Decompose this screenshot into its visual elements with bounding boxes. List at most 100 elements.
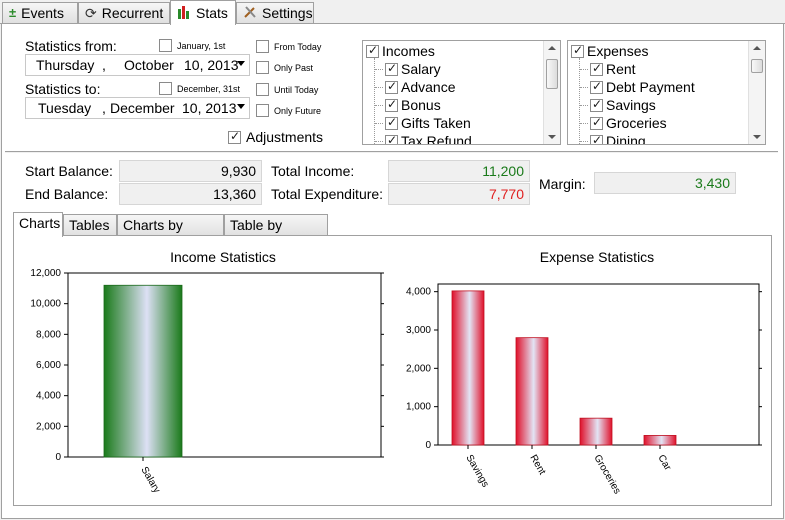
y-tick-label: 10,000 bbox=[30, 299, 61, 310]
y-tick-label: 2,000 bbox=[406, 363, 431, 374]
to-date-picker[interactable]: Tuesday , December 10, 2013 bbox=[25, 97, 250, 119]
tree-item-tax-refund[interactable]: Tax Refund bbox=[385, 132, 472, 145]
to-month: December bbox=[110, 100, 175, 116]
tree-item-gifts-taken[interactable]: Gifts Taken bbox=[385, 114, 471, 132]
tree-item-label: Debt Payment bbox=[606, 79, 695, 95]
expenses-scrollbar[interactable] bbox=[748, 41, 765, 144]
incomes-tree[interactable]: Incomes Salary Advance Bonus Gifts Taken… bbox=[362, 40, 561, 145]
salary-checkbox[interactable] bbox=[385, 61, 398, 76]
subtab-tables[interactable]: Tables bbox=[63, 214, 117, 236]
incomes-scrollbar[interactable] bbox=[543, 41, 560, 144]
to-weekday: Tuesday bbox=[38, 100, 92, 116]
bonus-checkbox[interactable] bbox=[385, 97, 398, 112]
incomes-checkbox[interactable] bbox=[366, 43, 379, 58]
advance-checkbox[interactable] bbox=[385, 79, 398, 94]
tree-item-debt-payment[interactable]: Debt Payment bbox=[590, 78, 695, 96]
charts-canvas: Income Statistics 0 2,000 4,000 6,000 8,000 10… bbox=[30, 249, 762, 496]
january-first-checkbox[interactable] bbox=[159, 39, 172, 52]
scroll-down-icon[interactable] bbox=[548, 135, 556, 139]
to-sep: , bbox=[102, 100, 106, 116]
scroll-up-icon[interactable] bbox=[753, 46, 761, 50]
adjustments-option[interactable]: Adjustments bbox=[228, 129, 323, 145]
scroll-down-icon[interactable] bbox=[753, 135, 761, 139]
chevron-down-icon[interactable] bbox=[237, 104, 245, 109]
december-31st-option[interactable]: December, 31st bbox=[159, 82, 240, 95]
tree-item-label: Savings bbox=[606, 97, 656, 113]
until-today-option[interactable]: Until Today bbox=[256, 83, 318, 96]
from-today-option[interactable]: From Today bbox=[256, 40, 321, 53]
total-income-label: Total Income: bbox=[271, 163, 355, 179]
divider bbox=[5, 151, 778, 154]
only-past-label: Only Past bbox=[274, 62, 314, 73]
tax-refund-checkbox[interactable] bbox=[385, 133, 398, 144]
tree-item-incomes[interactable]: Incomes bbox=[366, 42, 435, 60]
dining-checkbox[interactable] bbox=[590, 133, 603, 144]
tree-item-dining[interactable]: Dining bbox=[590, 132, 646, 145]
rent-checkbox[interactable] bbox=[590, 61, 603, 76]
subtab-charts[interactable]: Charts bbox=[13, 212, 63, 237]
y-tick-label: 2,000 bbox=[36, 421, 61, 432]
scroll-up-icon[interactable] bbox=[548, 46, 556, 50]
tab-recurrent[interactable]: ⟳ Recurrent bbox=[78, 2, 170, 23]
savings-checkbox[interactable] bbox=[590, 97, 603, 112]
from-today-checkbox[interactable] bbox=[256, 40, 269, 53]
main-tab-bar: ± Events ⟳ Recurrent Stats Settings bbox=[0, 0, 785, 25]
y-tick-label: 3,000 bbox=[406, 325, 431, 336]
from-date-picker[interactable]: Thursday , October 10, 2013 bbox=[25, 54, 250, 76]
bar bbox=[103, 284, 183, 458]
subtab-charts-by-month[interactable]: Charts by Month bbox=[117, 214, 224, 253]
tab-events[interactable]: ± Events bbox=[2, 2, 78, 23]
only-past-option[interactable]: Only Past bbox=[256, 61, 313, 74]
tab-settings[interactable]: Settings bbox=[236, 2, 314, 23]
bar bbox=[515, 337, 549, 446]
tree-item-bonus[interactable]: Bonus bbox=[385, 96, 441, 114]
january-first-label: January, 1st bbox=[177, 40, 226, 51]
tree-item-rent[interactable]: Rent bbox=[590, 60, 636, 78]
december-31st-checkbox[interactable] bbox=[159, 82, 172, 95]
only-past-checkbox[interactable] bbox=[256, 61, 269, 74]
only-future-label: Only Future bbox=[274, 105, 322, 116]
tree-item-expenses[interactable]: Expenses bbox=[571, 42, 648, 60]
scroll-thumb[interactable] bbox=[546, 59, 558, 89]
x-tick-label: Rent bbox=[527, 453, 547, 477]
debt-payment-checkbox[interactable] bbox=[590, 79, 603, 94]
tree-item-label: Tax Refund bbox=[401, 133, 472, 145]
charts-panel: Income Statistics 0 2,000 4,000 6,000 8,000 10… bbox=[13, 235, 772, 506]
tree-item-label: Salary bbox=[401, 61, 441, 77]
from-sep: , bbox=[102, 57, 106, 73]
adjustments-checkbox[interactable] bbox=[228, 129, 241, 144]
only-future-checkbox[interactable] bbox=[256, 104, 269, 117]
scroll-thumb[interactable] bbox=[751, 59, 763, 73]
from-today-label: From Today bbox=[274, 41, 322, 52]
groceries-checkbox[interactable] bbox=[590, 115, 603, 130]
from-day-year: 10, 2013 bbox=[184, 57, 239, 73]
subtab-table-by-month[interactable]: Table by Month bbox=[224, 214, 328, 253]
expenses-tree[interactable]: Expenses Rent Debt Payment Savings Groce… bbox=[567, 40, 766, 145]
january-first-option[interactable]: January, 1st bbox=[159, 39, 225, 52]
y-tick-label: 4,000 bbox=[36, 391, 61, 402]
gifts-taken-checkbox[interactable] bbox=[385, 115, 398, 130]
chevron-down-icon[interactable] bbox=[237, 61, 245, 66]
expenses-checkbox[interactable] bbox=[571, 43, 584, 58]
tree-item-savings[interactable]: Savings bbox=[590, 96, 656, 114]
y-tick-label: 0 bbox=[55, 452, 61, 463]
statistics-from-label: Statistics from: bbox=[25, 38, 117, 54]
total-income-value: 11,200 bbox=[388, 160, 530, 182]
tab-settings-label: Settings bbox=[262, 5, 313, 21]
tree-item-groceries[interactable]: Groceries bbox=[590, 114, 667, 132]
tree-item-label: Dining bbox=[606, 133, 646, 145]
chart-title: Expense Statistics bbox=[540, 249, 654, 265]
tree-item-label: Bonus bbox=[401, 97, 441, 113]
from-weekday: Thursday bbox=[36, 57, 95, 73]
tab-stats[interactable]: Stats bbox=[170, 0, 236, 25]
tree-item-salary[interactable]: Salary bbox=[385, 60, 441, 78]
x-tick-label: Salary bbox=[138, 465, 162, 495]
tab-events-label: Events bbox=[21, 5, 64, 21]
end-balance-label: End Balance: bbox=[25, 186, 109, 202]
only-future-option[interactable]: Only Future bbox=[256, 104, 321, 117]
tab-stats-label: Stats bbox=[196, 5, 228, 21]
incomes-root-label: Incomes bbox=[382, 43, 435, 59]
from-month: October bbox=[124, 57, 174, 73]
until-today-checkbox[interactable] bbox=[256, 83, 269, 96]
tree-item-advance[interactable]: Advance bbox=[385, 78, 455, 96]
